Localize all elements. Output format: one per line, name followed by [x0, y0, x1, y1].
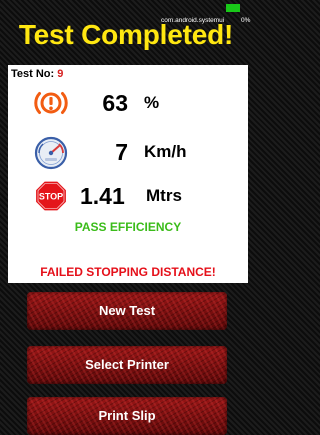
test-number: Test No: 9 [11, 68, 63, 80]
distance-value: 1.41 [80, 183, 125, 209]
distance-status: FAILED STOPPING DISTANCE! [40, 265, 216, 279]
efficiency-status: PASS EFFICIENCY [74, 220, 182, 234]
select-printer-button[interactable]: Select Printer [27, 346, 227, 384]
new-test-button[interactable]: New Test [27, 292, 227, 330]
speedometer-icon [34, 136, 68, 170]
metric-row-distance: STOP 1.41 Mtrs [8, 178, 248, 214]
test-number-value: 9 [57, 68, 64, 80]
svg-text:STOP: STOP [39, 192, 63, 202]
result-card: Test No: 9 63 % 7 Km/h STOP 1.41 Mtrs PA… [8, 65, 248, 283]
efficiency-unit: % [144, 93, 160, 112]
stop-sign-icon: STOP [34, 180, 68, 212]
print-slip-button[interactable]: Print Slip [27, 397, 227, 435]
efficiency-value: 63 [102, 90, 128, 116]
metric-row-speed: 7 Km/h [8, 134, 248, 170]
distance-unit: Mtrs [146, 186, 182, 205]
page-title: Test Completed! [18, 19, 234, 50]
test-number-label: Test No: [11, 68, 55, 80]
metric-row-efficiency: 63 % [8, 85, 248, 121]
status-indicator-icon [226, 4, 240, 12]
brake-warning-icon [34, 92, 68, 114]
speed-unit: Km/h [144, 142, 187, 161]
speed-value: 7 [115, 139, 128, 165]
